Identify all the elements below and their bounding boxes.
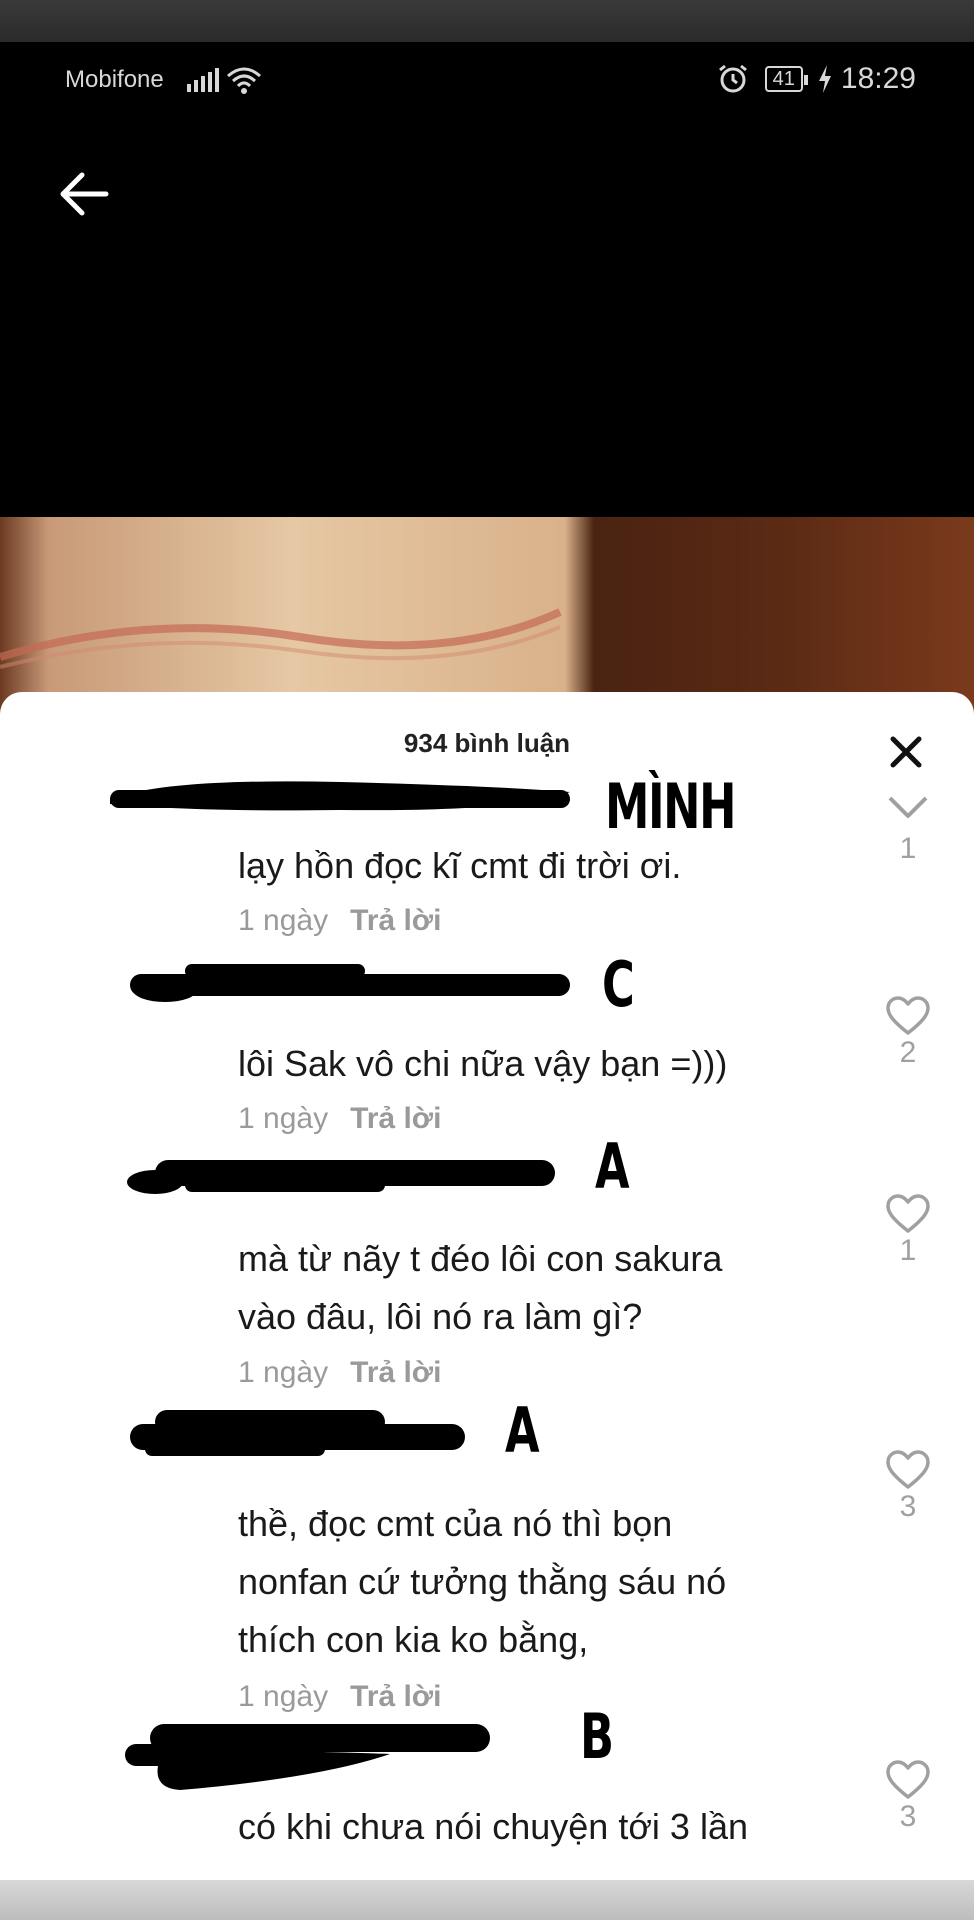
comment-line: lạy hồn đọc kĩ cmt đi trời ơi. [238, 845, 682, 886]
comment-line: thề, đọc cmt của nó thì bọn [238, 1503, 673, 1544]
annotation-label: B [580, 1700, 614, 1773]
redaction-mark [130, 964, 570, 1002]
reply-button[interactable]: Trả lời [350, 1680, 441, 1713]
device-top-bezel [0, 0, 974, 42]
close-icon[interactable] [888, 734, 924, 770]
annotation-label: A [595, 1130, 630, 1203]
reply-button[interactable]: Trả lời [350, 1102, 441, 1135]
back-arrow-icon[interactable] [56, 166, 112, 222]
like-count: 1 [899, 1234, 917, 1267]
alarm-icon [718, 64, 747, 93]
comment-time: 1 ngày [238, 904, 329, 937]
carrier-name: Mobifone [65, 66, 164, 93]
like-count: 1 [899, 832, 917, 865]
comment-text: thề, đọc cmt của nó thì bọn nonfan cứ tư… [238, 1495, 798, 1669]
comment-line: thích con kia ko bằng, [238, 1619, 589, 1660]
battery-indicator: 41 [764, 66, 809, 92]
comment-meta: 1 ngày Trả lời [238, 1356, 441, 1390]
like-count: 2 [899, 1036, 917, 1069]
comment-text: có khi chưa nói chuyện tới 3 lần [238, 1798, 798, 1856]
signal-icon [187, 68, 219, 92]
redaction-mark [110, 781, 570, 811]
comment-text: lôi Sak vô chi nữa vậy bạn =))) [238, 1035, 798, 1093]
comment-time: 1 ngày [238, 1680, 329, 1713]
comment-meta: 1 ngày Trả lời [238, 1680, 441, 1714]
annotation-label: MÌNH [605, 770, 736, 843]
device-bottom-bezel [0, 1880, 974, 1920]
reply-button[interactable]: Trả lời [350, 1356, 441, 1389]
reply-button[interactable]: Trả lời [350, 904, 441, 937]
like-count: 3 [899, 1800, 917, 1833]
comment-line: mà từ nãy t đéo lôi con sakura [238, 1238, 723, 1279]
like-count: 3 [899, 1490, 917, 1523]
video-preview [0, 517, 974, 717]
comment-time: 1 ngày [238, 1102, 329, 1135]
charging-bolt-icon [818, 65, 831, 93]
comments-sheet: 934 bình luận MÌNH lạy hồn đọc kĩ cmt đi… [0, 692, 974, 1880]
wifi-icon [227, 67, 261, 94]
redaction-mark [130, 1410, 465, 1456]
annotation-label: A [505, 1394, 540, 1467]
clock: 18:29 [840, 62, 916, 95]
redaction-mark [127, 1160, 555, 1194]
comment-meta: 1 ngày Trả lời [238, 1102, 441, 1136]
annotation-label: C [602, 948, 635, 1021]
heart-icon[interactable] [886, 996, 930, 1036]
comment-line: nonfan cứ tưởng thằng sáu nó [238, 1561, 727, 1602]
heart-icon[interactable] [886, 1760, 930, 1800]
comment-text: mà từ nãy t đéo lôi con sakura vào đâu, … [238, 1230, 798, 1346]
comment-text: lạy hồn đọc kĩ cmt đi trời ơi. [238, 837, 798, 895]
status-bar: Mobifone 41 18:29 [0, 42, 974, 124]
status-right-group: 41 18:29 [717, 62, 916, 96]
redaction-mark [125, 1724, 490, 1790]
comment-time: 1 ngày [238, 1356, 329, 1389]
heart-icon[interactable] [886, 1194, 930, 1234]
comment-line: có khi chưa nói chuyện tới 3 lần [238, 1806, 748, 1847]
comment-meta: 1 ngày Trả lời [238, 904, 441, 938]
comment-count: 934 bình luận [403, 728, 571, 758]
comment-line: vào đâu, lôi nó ra làm gì? [238, 1296, 643, 1337]
heart-icon[interactable] [886, 794, 930, 834]
heart-icon[interactable] [886, 1450, 930, 1490]
comment-line: lôi Sak vô chi nữa vậy bạn =))) [238, 1043, 728, 1084]
